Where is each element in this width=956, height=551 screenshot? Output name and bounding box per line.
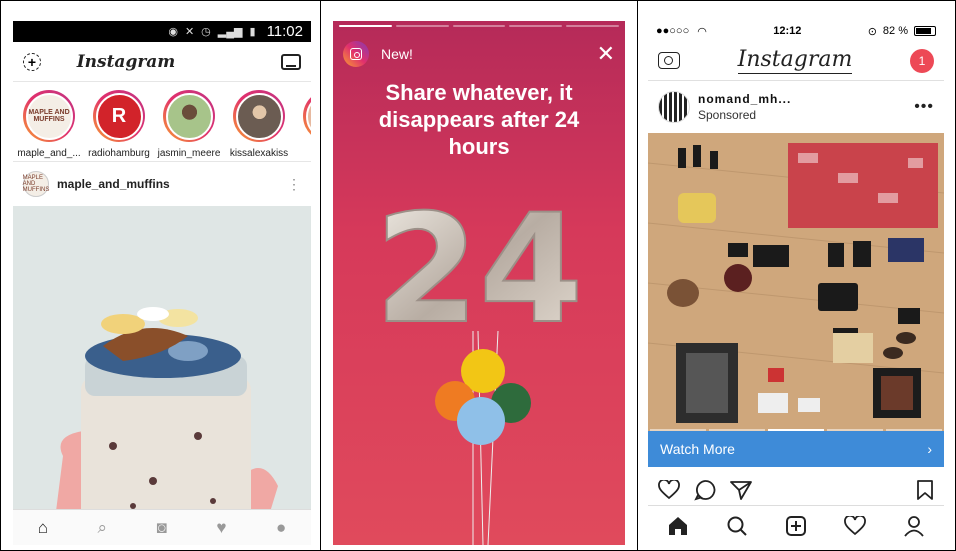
avatar[interactable]: MAPLE AND MUFFINS <box>23 171 49 197</box>
status-time: 12:12 <box>773 25 802 37</box>
story-header: New! ✕ <box>343 39 615 69</box>
status-bar: ●●○○○ ◠ 12:12 ⊙ 82 % <box>648 21 944 41</box>
post-actions <box>648 475 944 505</box>
app-logo: Instagram <box>737 47 853 74</box>
story-item[interactable]: fitn <box>299 90 311 161</box>
wifi-icon: ◠ <box>697 25 707 38</box>
alarm-icon: ◷ <box>201 26 211 38</box>
progress-segment <box>452 25 506 27</box>
orientation-lock-icon: ⊙ <box>867 25 877 38</box>
progress-segment <box>509 25 563 27</box>
new-post-icon[interactable] <box>784 514 808 538</box>
status-bar: ◉ ✕ ◷ ▂▄▆ ▮ 11:02 <box>13 21 311 42</box>
ios-screen: ●●○○○ ◠ 12:12 ⊙ 82 % Instagram 1 nomand_… <box>648 21 944 545</box>
post-header: MAPLE AND MUFFINS maple_and_muffins ⋮ <box>13 162 311 206</box>
story-label: New! <box>381 46 413 62</box>
search-icon[interactable]: ⌕ <box>98 518 108 538</box>
story-label: radiohamburg <box>88 148 150 159</box>
search-icon[interactable] <box>725 514 749 538</box>
app-header: Instagram 1 <box>648 41 944 81</box>
home-icon[interactable] <box>666 514 690 538</box>
panel-divider <box>637 0 638 551</box>
story-progress <box>339 25 619 27</box>
post-photo[interactable] <box>648 133 944 433</box>
story-avatar <box>235 92 283 140</box>
balloons-image: 24 <box>374 182 584 545</box>
bottom-nav: ⌂ ⌕ ◙ ♥ ● <box>13 509 311 545</box>
watch-more-button[interactable]: Watch More › <box>648 431 944 467</box>
app-logo: Instagram <box>76 51 176 72</box>
activity-heart-icon[interactable] <box>843 514 867 538</box>
story-label: jasmin_meere <box>157 148 221 159</box>
watch-more-label: Watch More <box>660 441 735 457</box>
story-avatar: MAPLE AND MUFFINS <box>25 92 73 140</box>
profile-icon[interactable]: ● <box>276 518 286 538</box>
battery-icon <box>914 26 936 36</box>
eye-icon: ◉ <box>168 26 178 38</box>
progress-segment <box>395 25 449 27</box>
notification-badge[interactable]: 1 <box>910 48 934 73</box>
profile-icon[interactable] <box>902 514 926 538</box>
story-headline: Share whatever, it disappears after 24 h… <box>378 80 580 159</box>
signal-icon: ▂▄▆ <box>217 26 243 38</box>
status-time: 11:02 <box>266 23 303 40</box>
post-username[interactable]: maple_and_muffins <box>57 177 279 191</box>
balloon-number: 24 <box>375 183 584 357</box>
stories-tray: MAPLE AND MUFFINS maple_and_... R radioh… <box>13 82 311 162</box>
bottom-tab-bar <box>648 505 944 545</box>
comment-icon[interactable] <box>694 479 716 501</box>
like-heart-icon[interactable] <box>658 480 680 500</box>
post-username[interactable]: nomand_mh... <box>698 92 906 106</box>
app-header: + Instagram <box>13 42 311 82</box>
story-avatar: R <box>95 92 143 140</box>
camera-icon[interactable]: ◙ <box>157 518 167 538</box>
bookmark-icon[interactable] <box>916 479 934 501</box>
story-item[interactable]: kissalexakiss <box>229 90 289 161</box>
panel-divider <box>320 0 321 551</box>
more-options-icon[interactable]: ••• <box>914 98 934 116</box>
share-icon[interactable] <box>730 480 752 500</box>
story-item[interactable]: MAPLE AND MUFFINS maple_and_... <box>17 90 81 161</box>
camera-icon[interactable] <box>658 52 680 69</box>
battery-percent: 82 % <box>882 25 908 37</box>
post-header: nomand_mh... Sponsored ••• <box>648 81 944 133</box>
story-item[interactable]: jasmin_meere <box>157 90 221 161</box>
android-screen: ◉ ✕ ◷ ▂▄▆ ▮ 11:02 + Instagram MAPLE AND … <box>13 21 311 545</box>
instagram-logo-icon[interactable] <box>343 41 369 67</box>
story-avatar <box>165 92 213 140</box>
battery-icon: ▮ <box>249 26 256 38</box>
more-options-icon[interactable]: ⋮ <box>287 177 301 191</box>
post-photo[interactable] <box>13 206 311 535</box>
story-label: maple_and_... <box>17 148 81 159</box>
story-item[interactable]: R radiohamburg <box>88 90 150 161</box>
progress-segment <box>566 25 619 27</box>
mute-icon: ✕ <box>184 26 195 38</box>
signal-icon: ●●○○○ <box>656 25 690 37</box>
heart-icon[interactable]: ♥ <box>216 518 226 538</box>
story-label: kissalexakiss <box>229 148 289 159</box>
story-avatar <box>305 92 311 140</box>
flatlay-products-image <box>648 133 944 433</box>
chevron-right-icon: › <box>927 441 932 457</box>
inbox-icon[interactable] <box>280 53 301 70</box>
close-icon[interactable]: ✕ <box>597 43 615 65</box>
avatar[interactable] <box>658 91 690 123</box>
progress-segment <box>339 25 392 27</box>
sponsored-label: Sponsored <box>698 108 757 122</box>
story-screen[interactable]: New! ✕ Share whatever, it disappears aft… <box>333 21 625 545</box>
overnight-oats-jar-image <box>13 206 311 535</box>
home-icon[interactable]: ⌂ <box>38 518 48 538</box>
add-story-icon[interactable]: + <box>23 52 41 71</box>
